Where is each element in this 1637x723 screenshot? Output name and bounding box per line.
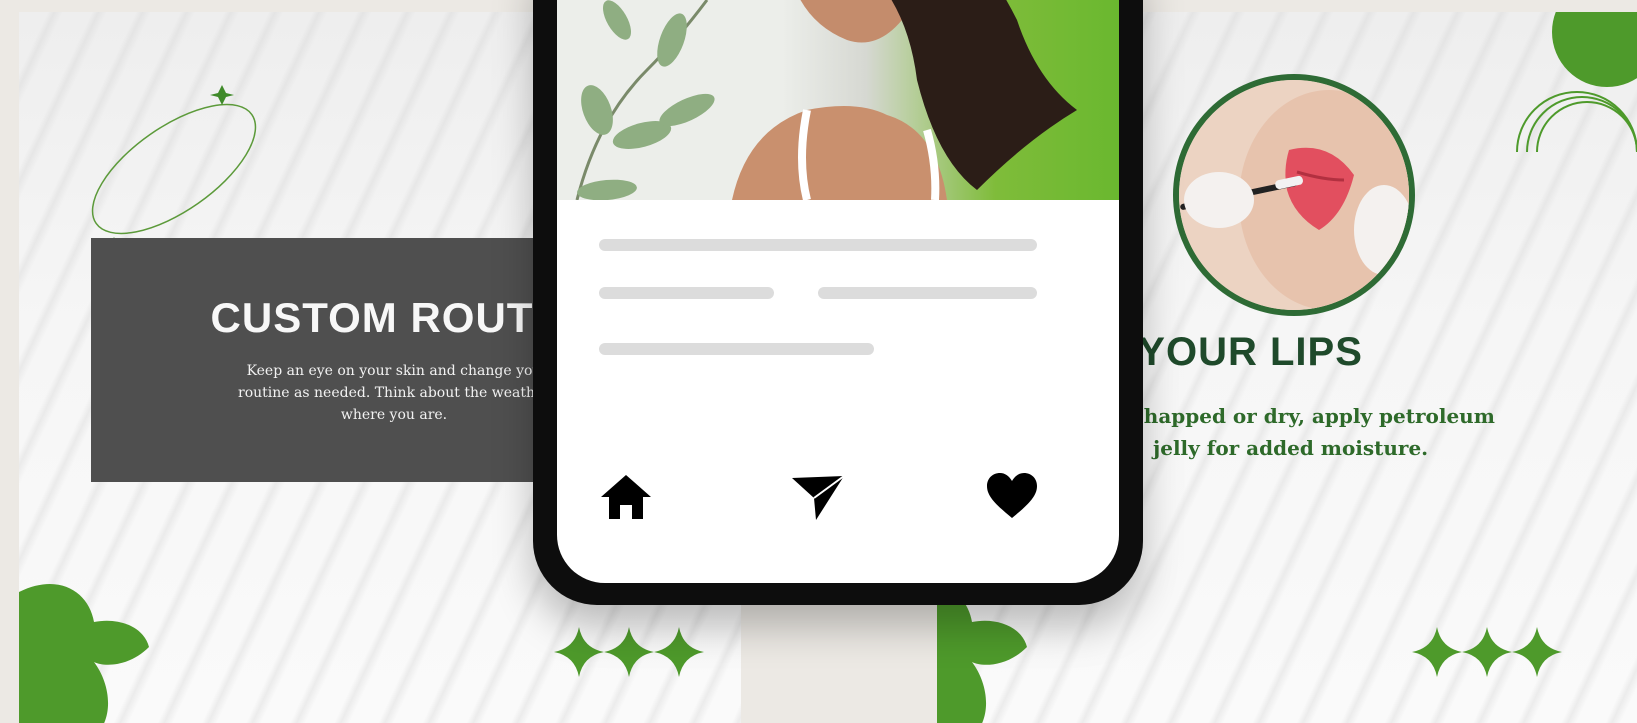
phone-screen (557, 0, 1119, 583)
content-placeholder-line (599, 287, 774, 299)
leaf-decoration (19, 583, 149, 723)
sparkle-stars-decoration (554, 627, 704, 677)
orbit-ring-decoration (91, 85, 257, 257)
lips-description-line-2: jelly for added moisture. (1153, 436, 1429, 460)
home-icon[interactable] (599, 472, 653, 522)
content-placeholder-line (818, 287, 1037, 299)
heart-icon[interactable] (985, 472, 1039, 520)
routine-panel: CUSTOM ROUTIN Keep an eye on your skin a… (91, 238, 576, 482)
sparkle-stars-decoration (1412, 627, 1562, 677)
content-placeholder-line (599, 343, 874, 355)
send-icon[interactable] (790, 472, 846, 522)
corner-arc-decoration (1516, 12, 1637, 153)
content-placeholder-line (599, 239, 1037, 251)
lips-photo (1173, 74, 1415, 316)
lips-description-line-1: feel chapped or dry, apply petroleum (1083, 404, 1495, 428)
hero-image (557, 0, 1119, 200)
phone-mockup (533, 0, 1143, 605)
